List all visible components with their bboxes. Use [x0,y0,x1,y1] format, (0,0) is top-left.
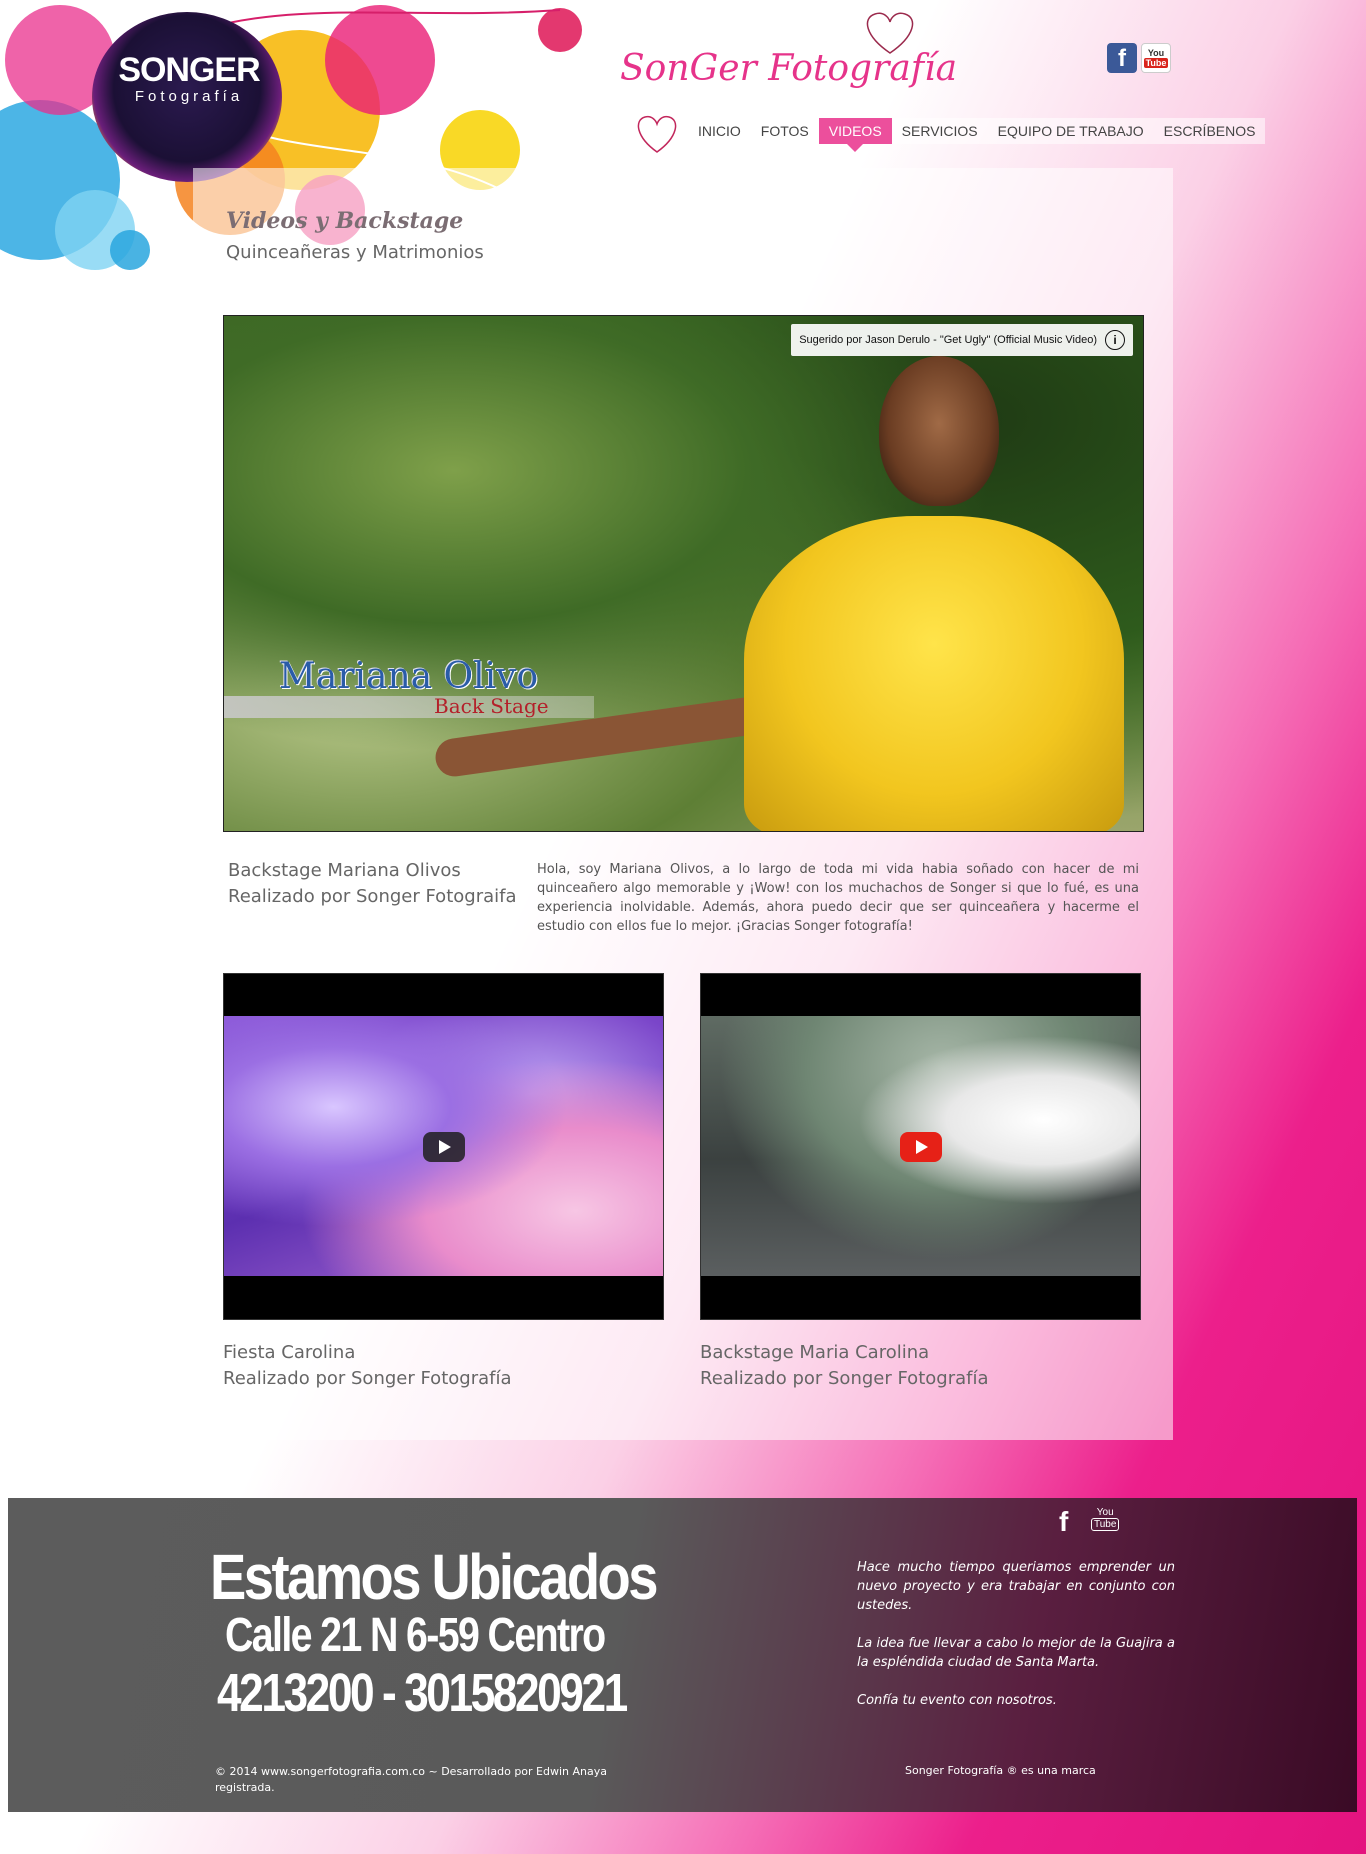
footer-phones: 4213200 - 3015820921 [217,1663,628,1723]
main-nav: INICIO FOTOS VIDEOS SERVICIOS EQUIPO DE … [688,118,1266,152]
play-button[interactable] [422,1131,465,1162]
youtube-icon-bottom: Tube [1091,1518,1120,1531]
main-video-description: Hola, soy Mariana Olivos, a lo largo de … [537,862,1139,934]
youtube-icon[interactable]: You Tube [1141,43,1171,73]
facebook-icon[interactable]: f [1059,1507,1081,1537]
youtube-icon-top: You [1096,1507,1114,1518]
caption-credit: Realizado por Songer Fotografía [700,1368,989,1389]
caption-credit: Realizado por Songer Fotografía [223,1368,512,1389]
logo-text: SONGER Fotografía [104,52,274,105]
caption-title: Backstage Maria Carolina [700,1342,930,1363]
footer-paragraph: Hace mucho tiempo queriamos emprender un… [857,1560,1175,1613]
logo-subtitle: Fotografía [134,88,244,105]
nav-item-equipo-de-trabajo[interactable]: EQUIPO DE TRABAJO [988,118,1154,144]
video-player-fiesta-carolina[interactable] [223,973,664,1320]
caption-credit: Realizado por Songer Fotograifa [228,886,517,907]
footer-about: Hace mucho tiempo queriamos emprender un… [857,1558,1175,1729]
logo-title: SONGER [118,51,260,89]
heart-icon [866,12,914,54]
video-caption: Fiesta Carolina Realizado por Songer Fot… [223,1340,512,1392]
nav-item-inicio[interactable]: INICIO [688,118,751,144]
suggested-video-text: Sugerido por Jason Derulo - "Get Ugly" (… [799,334,1097,346]
youtube-icon-bottom: Tube [1143,58,1169,68]
page-title: Videos y Backstage [226,208,464,234]
footer-address: Calle 21 N 6-59 Centro [225,1609,606,1662]
footer-paragraph: Confía tu evento con nosotros. [857,1693,1057,1708]
page-subtitle: Quinceañeras y Matrimonios [226,242,484,263]
footer-heading: Estamos Ubicados [210,1541,658,1613]
youtube-icon[interactable]: You Tube [1091,1507,1120,1531]
video-overlay-subtitle: Back Stage [434,694,549,718]
social-links: f You Tube [1107,43,1175,73]
nav-item-escribenos[interactable]: ESCRÍBENOS [1154,118,1266,144]
play-button[interactable] [899,1131,942,1162]
footer-brand-note: Songer Fotografía ® es una marca [905,1764,1096,1777]
nav-item-fotos[interactable]: FOTOS [751,118,819,144]
video-thumbnail-figure [744,516,1124,831]
video-overlay-name: Mariana Olivo [279,656,539,697]
heart-icon [637,115,677,153]
video-player-backstage-maria-carolina[interactable] [700,973,1141,1320]
nav-item-servicios[interactable]: SERVICIOS [892,118,988,144]
main-video-player[interactable]: Mariana Olivo Back Stage Sugerido por Ja… [223,315,1144,832]
main-video-caption: Backstage Mariana Olivos Realizado por S… [228,858,517,910]
facebook-icon[interactable]: f [1107,43,1137,73]
info-icon[interactable]: i [1105,330,1125,350]
footer-copyright: © 2014 www.songerfotografia.com.co ~ Des… [215,1765,607,1794]
youtube-icon-top: You [1147,48,1165,58]
caption-title: Backstage Mariana Olivos [228,860,461,881]
video-thumbnail-figure [879,356,999,506]
video-caption: Backstage Maria Carolina Realizado por S… [700,1340,989,1392]
suggested-video-card[interactable]: Sugerido por Jason Derulo - "Get Ugly" (… [791,324,1133,356]
caption-title: Fiesta Carolina [223,1342,356,1363]
nav-item-videos[interactable]: VIDEOS [818,118,892,152]
footer-paragraph: La idea fue llevar a cabo lo mejor de la… [857,1636,1175,1670]
footer-social-links: f You Tube [1059,1507,1120,1537]
